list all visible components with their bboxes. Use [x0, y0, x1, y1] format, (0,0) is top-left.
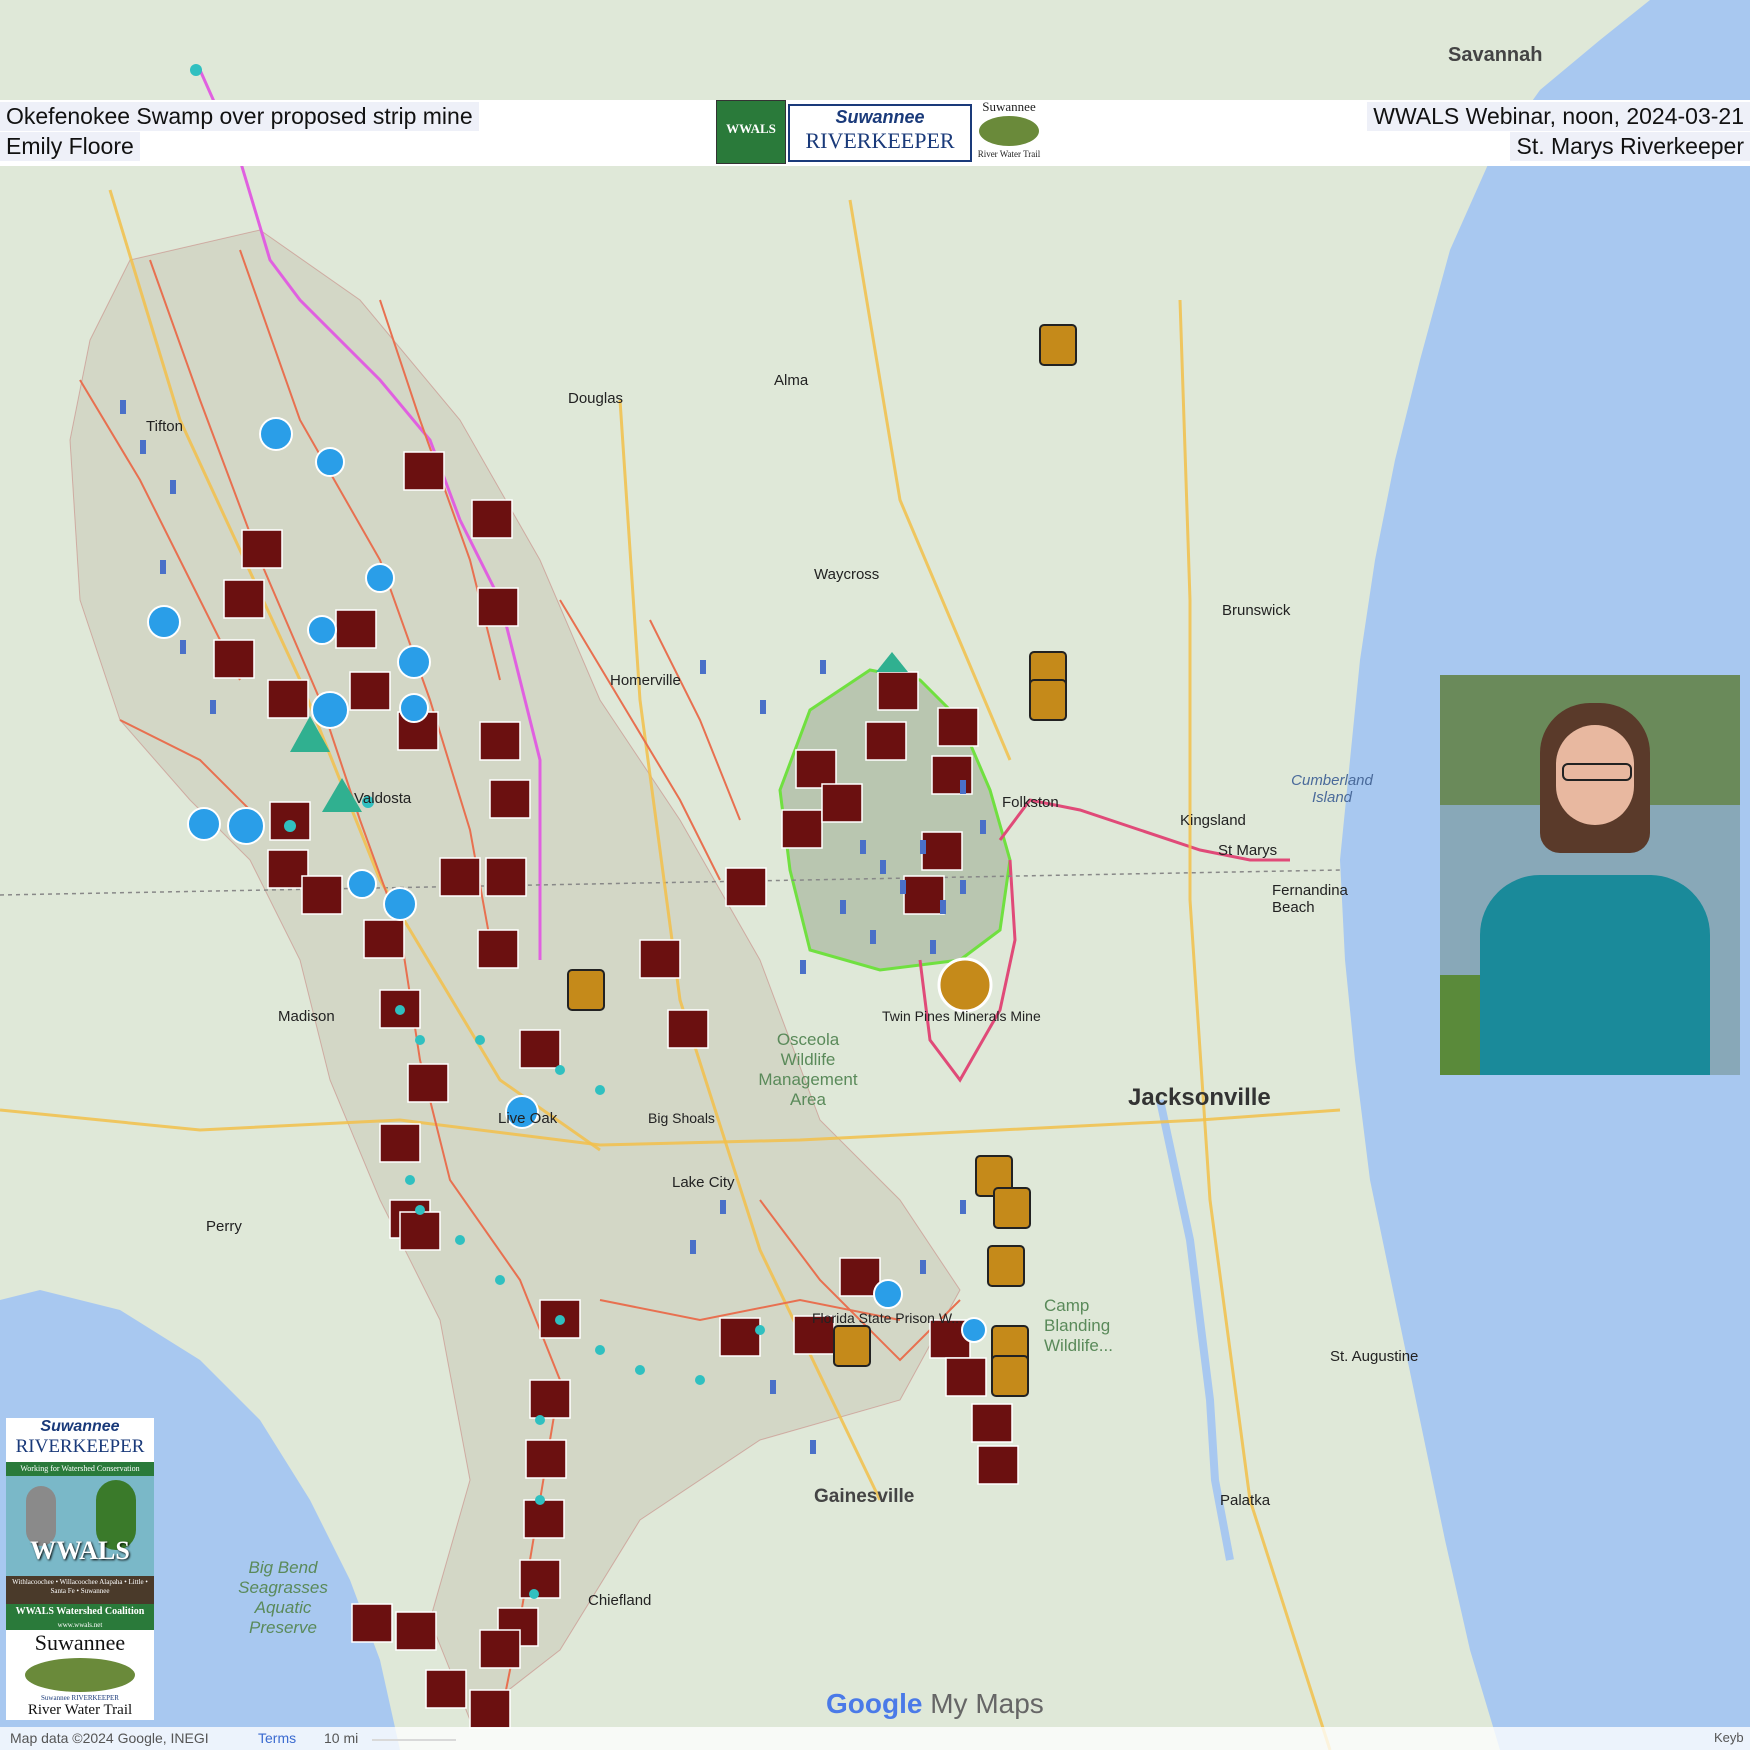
label-fernandina-beach: Fernandina Beach [1272, 882, 1348, 916]
label-douglas: Douglas [568, 390, 624, 407]
label-homerville: Homerville [610, 672, 681, 689]
presentation-title: Okefenokee Swamp over proposed strip min… [0, 102, 479, 131]
label-alma: Alma [774, 372, 809, 389]
label-tifton: Tifton [146, 418, 183, 435]
label-big-bend-seagrasses: Big Bend Seagrasses Aquatic Preserve [238, 1558, 328, 1637]
bass-fish-icon [25, 1658, 135, 1692]
label-waycross: Waycross [814, 566, 880, 583]
label-folkston: Folkston [1002, 794, 1059, 811]
label-savannah: Savannah [1448, 44, 1543, 66]
keyboard-shortcuts-link[interactable]: Keyb [1714, 1730, 1744, 1745]
google-my-maps-logo: Google My Maps [826, 1688, 1044, 1719]
presenter-name: Emily Floore [0, 132, 140, 161]
riverkeeper-wordmark: Suwannee RIVERKEEPER [788, 104, 972, 162]
terms-link[interactable]: Terms [258, 1730, 296, 1746]
label-st-augustine: St. Augustine [1330, 1348, 1419, 1365]
suwannee-riverkeeper-header-logo: WWALS Suwannee RIVERKEEPER Suwannee Rive… [716, 100, 1040, 164]
map-data-credit: Map data ©2024 Google, INEGI [10, 1730, 209, 1746]
label-brunswick: Brunswick [1222, 602, 1291, 619]
label-palatka: Palatka [1220, 1492, 1271, 1509]
label-perry: Perry [206, 1218, 242, 1235]
label-florida-state-prison[interactable]: Florida State Prison W... [812, 1310, 963, 1326]
label-osceola-wma: Osceola Wildlife Management Area [758, 1030, 858, 1109]
label-cumberland-island: Cumberland Island [1291, 772, 1373, 806]
event-info: WWALS Webinar, noon, 2024-03-21 [1367, 102, 1750, 131]
water-trail-logo: Suwannee River Water Trail [977, 99, 1041, 160]
presenter-photo [1440, 675, 1740, 1075]
label-twin-pines-mine[interactable]: Twin Pines Minerals Mine [882, 1008, 1041, 1024]
label-chiefland: Chiefland [588, 1592, 652, 1609]
map-attribution-bar: Map data ©2024 Google, INEGI Terms 10 mi… [0, 1727, 1750, 1750]
bass-fish-icon [979, 116, 1039, 146]
label-live-oak: Live Oak [498, 1110, 558, 1127]
label-madison: Madison [278, 1008, 335, 1025]
label-big-shoals[interactable]: Big Shoals [648, 1110, 715, 1126]
organization-name: St. Marys Riverkeeper [1510, 132, 1750, 161]
label-camp-blanding: Camp Blanding Wildlife... [1044, 1296, 1113, 1355]
wwals-badge: WWALS [716, 100, 786, 164]
wwals-side-logo: Suwannee RIVERKEEPER Working for Watersh… [6, 1418, 154, 1720]
label-st-marys: St Marys [1218, 842, 1278, 859]
label-kingsland: Kingsland [1180, 812, 1246, 829]
scale-label: 10 mi [324, 1730, 359, 1746]
label-lake-city: Lake City [672, 1174, 735, 1191]
label-valdosta: Valdosta [354, 790, 412, 807]
label-jacksonville: Jacksonville [1128, 1084, 1271, 1111]
label-gainesville: Gainesville [814, 1486, 915, 1507]
